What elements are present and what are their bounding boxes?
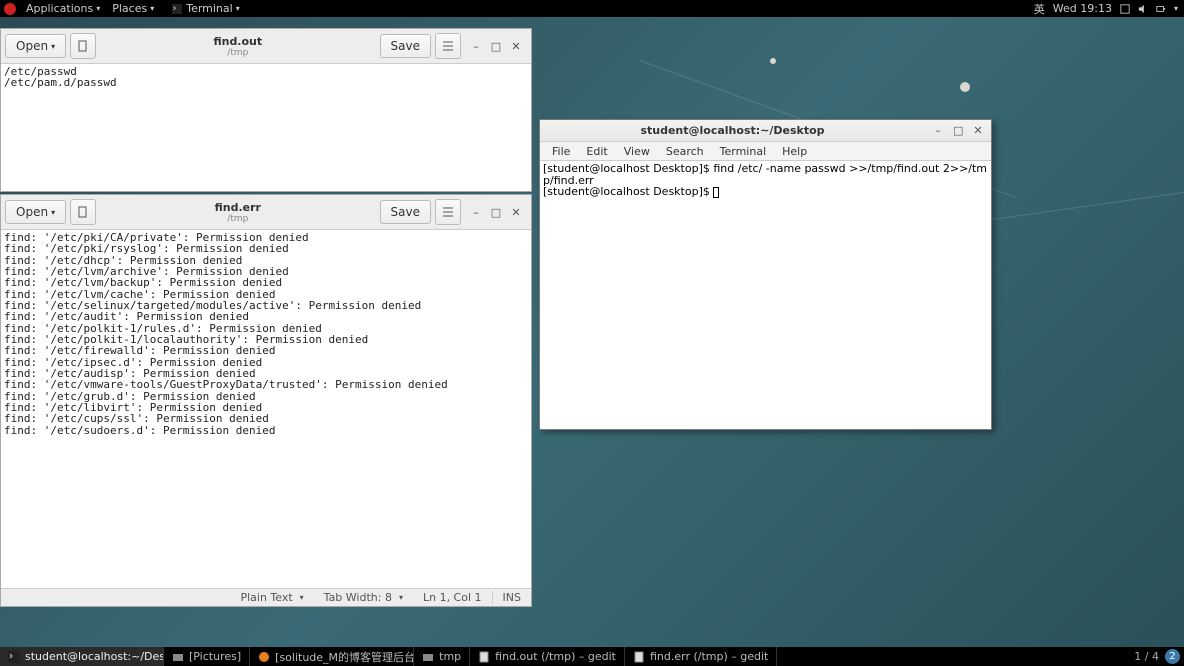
cursor-position: Ln 1, Col 1 <box>413 591 492 604</box>
hamburger-menu-button[interactable] <box>435 33 461 59</box>
input-method-indicator[interactable]: 英 <box>1034 1 1045 17</box>
new-tab-button[interactable] <box>70 33 96 59</box>
folder-icon <box>422 651 434 663</box>
chevron-down-icon: ▾ <box>51 208 55 217</box>
document-title: find.err <box>100 201 375 214</box>
open-button[interactable]: Open▾ <box>5 200 66 224</box>
hamburger-icon <box>442 207 454 217</box>
hamburger-menu-button[interactable] <box>435 199 461 225</box>
chevron-down-icon: ▾ <box>399 593 403 602</box>
close-button[interactable]: ✕ <box>511 41 521 51</box>
new-tab-button[interactable] <box>70 199 96 225</box>
gedit-window-findout: Open▾ find.out /tmp Save – □ ✕ /etc/pass… <box>0 28 532 192</box>
menu-terminal[interactable]: Terminal <box>712 145 775 158</box>
gedit-icon <box>633 651 645 663</box>
task-pictures[interactable]: [Pictures] <box>164 647 250 666</box>
battery-icon[interactable] <box>1156 4 1166 14</box>
distro-logo-icon <box>4 3 16 15</box>
window-title: student@localhost:~/Desktop <box>540 124 925 137</box>
syntax-selector[interactable]: Plain Text▾ <box>230 591 313 604</box>
cursor-icon <box>713 187 719 198</box>
gedit-headerbar: Open▾ find.err /tmp Save – □ ✕ <box>1 195 531 230</box>
minimize-button[interactable]: – <box>471 207 481 217</box>
hamburger-icon <box>442 41 454 51</box>
chevron-down-icon: ▾ <box>300 593 304 602</box>
firefox-icon <box>258 651 270 663</box>
document-title: find.out <box>100 35 375 48</box>
menu-file[interactable]: File <box>544 145 578 158</box>
terminal-window: student@localhost:~/Desktop – □ ✕ File E… <box>539 119 992 430</box>
editor-content[interactable]: /etc/passwd /etc/pam.d/passwd <box>1 64 531 191</box>
menu-help[interactable]: Help <box>774 145 815 158</box>
statusbar: Plain Text▾ Tab Width: 8▾ Ln 1, Col 1 IN… <box>1 588 531 606</box>
document-path: /tmp <box>100 214 375 224</box>
minimize-button[interactable]: – <box>933 124 943 137</box>
menu-edit[interactable]: Edit <box>578 145 615 158</box>
chevron-down-icon[interactable]: ▾ <box>1174 4 1178 13</box>
places-menu[interactable]: Places▾ <box>106 2 160 15</box>
terminal-titlebar[interactable]: student@localhost:~/Desktop – □ ✕ <box>540 120 991 142</box>
editor-content[interactable]: find: '/etc/pki/CA/private': Permission … <box>1 230 531 588</box>
task-tmp[interactable]: tmp <box>414 647 470 666</box>
minimize-button[interactable]: – <box>471 41 481 51</box>
folder-icon <box>172 651 184 663</box>
chevron-down-icon: ▾ <box>96 4 100 13</box>
save-button[interactable]: Save <box>380 200 431 224</box>
taskbar: student@localhost:~/Desktop [Pictures] [… <box>0 647 1184 666</box>
top-panel: Applications▾ Places▾ Terminal▾ 英 Wed 19… <box>0 0 1184 17</box>
chevron-down-icon: ▾ <box>150 4 154 13</box>
task-terminal[interactable]: student@localhost:~/Desktop <box>0 647 164 666</box>
menu-view[interactable]: View <box>616 145 658 158</box>
task-firefox[interactable]: [solitude_M的博客管理后台-51… <box>250 647 414 666</box>
volume-icon[interactable] <box>1138 4 1148 14</box>
save-button[interactable]: Save <box>380 34 431 58</box>
document-path: /tmp <box>100 48 375 58</box>
task-gedit-finderr[interactable]: find.err (/tmp) – gedit <box>625 647 777 666</box>
a11y-icon[interactable] <box>1120 4 1130 14</box>
gedit-headerbar: Open▾ find.out /tmp Save – □ ✕ <box>1 29 531 64</box>
workspace-pager[interactable]: 1 / 4 <box>1134 650 1159 663</box>
maximize-button[interactable]: □ <box>953 124 963 137</box>
task-gedit-findout[interactable]: find.out (/tmp) – gedit <box>470 647 625 666</box>
maximize-button[interactable]: □ <box>491 41 501 51</box>
terminal-icon <box>172 4 182 14</box>
shell-prompt: [student@localhost Desktop]$ <box>543 185 713 198</box>
insert-mode: INS <box>492 591 531 604</box>
clock[interactable]: Wed 19:13 <box>1053 2 1112 15</box>
gedit-icon <box>478 651 490 663</box>
new-doc-icon <box>77 206 89 218</box>
chevron-down-icon: ▾ <box>236 4 240 13</box>
gedit-window-finderr: Open▾ find.err /tmp Save – □ ✕ find: '/e… <box>0 194 532 607</box>
new-doc-icon <box>77 40 89 52</box>
terminal-content[interactable]: [student@localhost Desktop]$ find /etc/ … <box>540 161 991 429</box>
terminal-menubar: File Edit View Search Terminal Help <box>540 142 991 161</box>
close-button[interactable]: ✕ <box>973 124 983 137</box>
tabwidth-selector[interactable]: Tab Width: 8▾ <box>314 591 413 604</box>
notification-badge[interactable]: 2 <box>1165 649 1180 664</box>
terminal-icon <box>8 651 20 663</box>
maximize-button[interactable]: □ <box>491 207 501 217</box>
close-button[interactable]: ✕ <box>511 207 521 217</box>
menu-search[interactable]: Search <box>658 145 712 158</box>
chevron-down-icon: ▾ <box>51 42 55 51</box>
applications-menu[interactable]: Applications▾ <box>20 2 106 15</box>
open-button[interactable]: Open▾ <box>5 34 66 58</box>
app-menu-terminal[interactable]: Terminal▾ <box>166 2 246 15</box>
